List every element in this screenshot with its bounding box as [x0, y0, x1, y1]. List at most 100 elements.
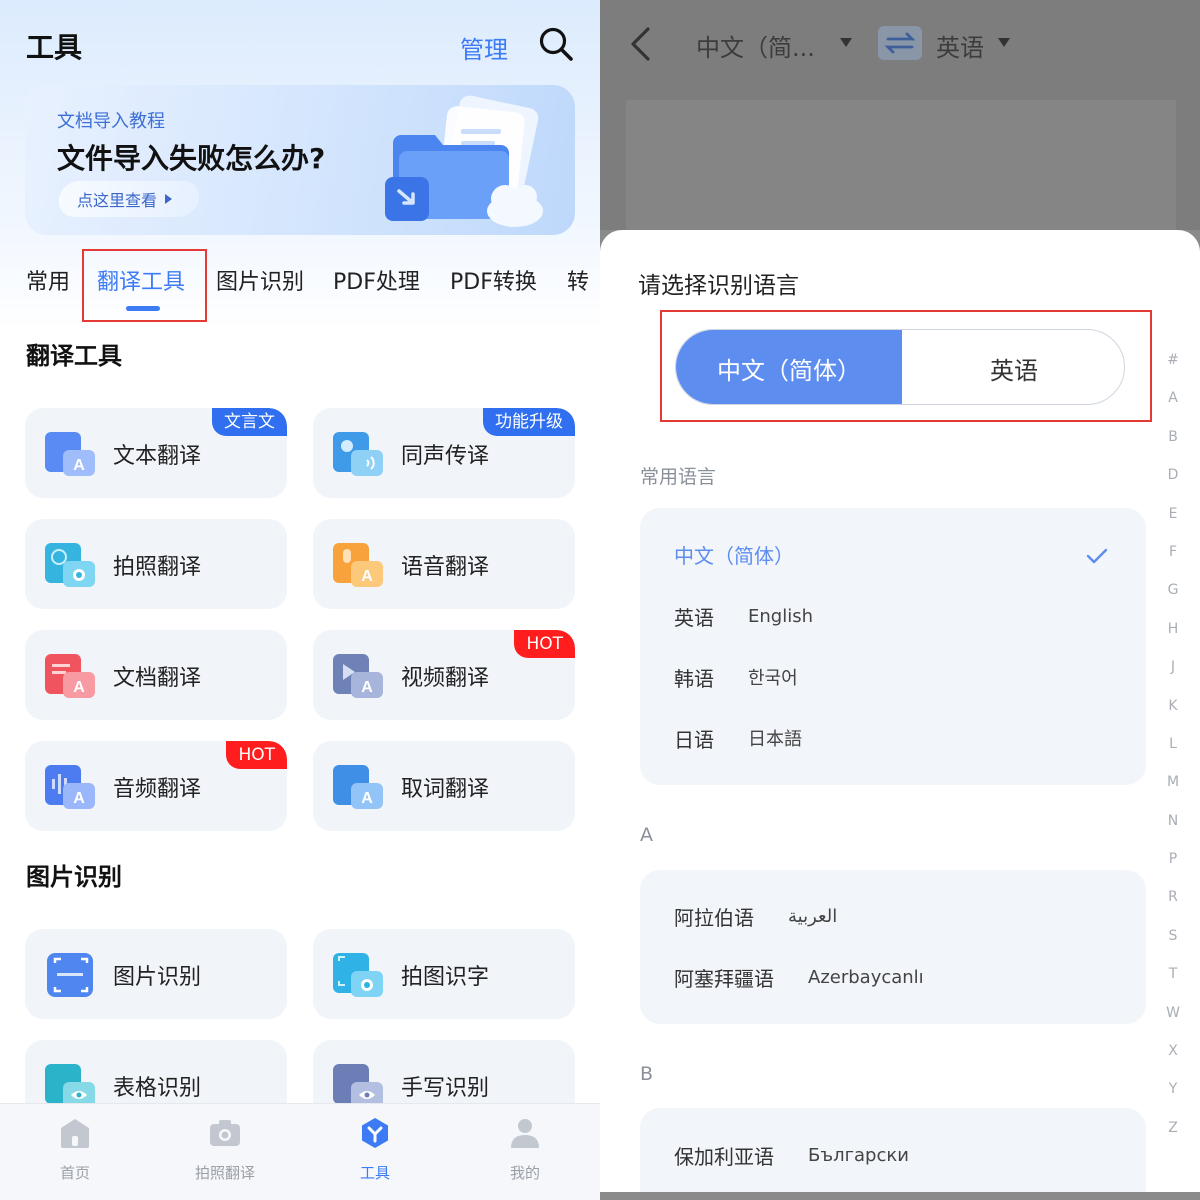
alphabet-index-letter[interactable]: N — [1162, 811, 1184, 849]
folder-cloud-illustration — [385, 95, 543, 227]
source-language-selector[interactable]: 中文（简... — [696, 28, 815, 63]
language-name: 阿拉伯语 — [674, 905, 754, 930]
alphabet-index-letter[interactable]: K — [1162, 696, 1184, 734]
alphabet-index-letter[interactable]: A — [1162, 388, 1184, 426]
group-letter-b: B — [640, 1063, 654, 1085]
alphabet-index-letter[interactable]: H — [1162, 619, 1184, 657]
highlight-box — [82, 249, 207, 322]
checkmark-icon — [1086, 548, 1108, 564]
chevron-down-icon — [998, 38, 1010, 47]
alphabet-index-letter[interactable]: R — [1162, 887, 1184, 925]
tab-common[interactable]: 常用 — [26, 264, 70, 296]
nav-label: 拍照翻译 — [194, 1164, 255, 1182]
card-label: 视频翻译 — [401, 666, 490, 691]
target-language-selector[interactable]: 英语 — [936, 28, 984, 63]
alphabet-index-letter[interactable]: B — [1162, 427, 1184, 465]
import-tutorial-banner[interactable]: 文档导入教程 文件导入失败怎么办? 点这里查看 — [25, 85, 575, 235]
alphabet-index-letter[interactable]: G — [1162, 580, 1184, 618]
text-translate-icon: A — [45, 432, 95, 476]
card-voice-translate[interactable]: A 语音翻译 — [313, 519, 575, 609]
alphabet-index-letter[interactable]: M — [1162, 772, 1184, 810]
alphabet-index-letter[interactable]: X — [1162, 1041, 1184, 1079]
card-label: 表格识别 — [113, 1076, 202, 1101]
camera-icon — [210, 1120, 240, 1146]
language-native-name: English — [748, 605, 813, 627]
card-image-recognition[interactable]: 图片识别 — [25, 929, 287, 1019]
nav-me[interactable]: 我的 — [475, 1116, 575, 1183]
card-simultaneous-interpretation[interactable]: 同声传译 功能升级 — [313, 408, 575, 498]
language-name: 英语 — [674, 605, 714, 630]
language-item[interactable]: 阿拉伯语 العربية — [674, 896, 837, 936]
alphabet-index-letter[interactable]: T — [1162, 964, 1184, 1002]
languages-group-b: 保加利亚语 Български — [640, 1108, 1146, 1192]
image-recognition-icon — [47, 953, 93, 997]
language-item[interactable]: 英语 English — [674, 596, 813, 636]
card-text-translate[interactable]: A 文本翻译 文言文 — [25, 408, 287, 498]
alphabet-index-letter[interactable]: Y — [1162, 1079, 1184, 1117]
language-native-name: Български — [808, 1144, 909, 1166]
card-label: 文档翻译 — [113, 666, 202, 691]
word-pick-translate-icon: A — [333, 765, 383, 809]
section-title-image: 图片识别 — [26, 863, 122, 891]
tab-pdf-processing[interactable]: PDF处理 — [333, 264, 420, 296]
nav-label: 工具 — [359, 1164, 390, 1182]
alphabet-index-letter[interactable]: D — [1162, 465, 1184, 503]
common-languages-group: 中文（简体） 英语 English 韩语 한국어 日语 日本語 — [640, 508, 1146, 785]
swap-languages-icon[interactable] — [878, 26, 922, 60]
language-item[interactable]: 中文（简体） — [674, 534, 794, 574]
tab-pdf-convert[interactable]: PDF转换 — [450, 264, 537, 296]
svg-text:A: A — [73, 790, 85, 807]
card-word-pick-translate[interactable]: A 取词翻译 — [313, 741, 575, 831]
language-item[interactable]: 阿塞拜疆语 Azerbaycanlı — [674, 957, 924, 997]
nav-tools[interactable]: 工具 — [325, 1116, 425, 1183]
alphabet-index-letter[interactable]: F — [1162, 542, 1184, 580]
svg-text:A: A — [361, 679, 373, 696]
language-item[interactable]: 日语 日本語 — [674, 718, 802, 758]
video-translate-icon: A — [333, 654, 383, 698]
document-translate-icon: A — [45, 654, 95, 698]
tab-more[interactable]: 转 — [567, 264, 589, 296]
card-photo-ocr[interactable]: 拍图识字 — [313, 929, 575, 1019]
language-native-name: 日本語 — [748, 729, 802, 750]
card-label: 文本翻译 — [113, 444, 202, 469]
language-item[interactable]: 韩语 한국어 — [674, 657, 798, 697]
banner-title: 文件导入失败怎么办? — [57, 142, 326, 175]
card-photo-translate[interactable]: 拍照翻译 — [25, 519, 287, 609]
card-label: 同声传译 — [401, 444, 490, 469]
alphabet-index-letter[interactable]: Z — [1162, 1118, 1184, 1156]
card-video-translate[interactable]: A 视频翻译 HOT — [313, 630, 575, 720]
home-icon — [61, 1119, 89, 1148]
alphabet-index-letter[interactable]: J — [1162, 657, 1184, 695]
language-item[interactable]: 保加利亚语 Български — [674, 1135, 909, 1175]
section-title-translate: 翻译工具 — [26, 342, 122, 370]
search-icon[interactable] — [538, 26, 574, 62]
nav-home[interactable]: 首页 — [25, 1116, 125, 1183]
language-native-name: 한국어 — [748, 668, 798, 689]
nav-photo-translate[interactable]: 拍照翻译 — [175, 1116, 275, 1183]
language-name: 阿塞拜疆语 — [674, 966, 774, 991]
card-document-translate[interactable]: A 文档翻译 — [25, 630, 287, 720]
back-arrow-icon[interactable] — [628, 26, 652, 62]
banner-view-button[interactable]: 点这里查看 — [56, 181, 202, 217]
user-icon — [511, 1119, 539, 1148]
card-audio-translate[interactable]: A 音频翻译 HOT — [25, 741, 287, 831]
photo-translate-icon — [45, 543, 95, 587]
alphabet-index-letter[interactable]: L — [1162, 734, 1184, 772]
alphabet-index-letter[interactable]: W — [1162, 1003, 1184, 1041]
alphabet-index: # A B D E F G H J K L M N P R S T W X Y Z — [1162, 350, 1184, 1156]
page-title: 工具 — [26, 31, 83, 64]
card-label: 手写识别 — [401, 1076, 490, 1101]
alphabet-index-letter[interactable]: S — [1162, 926, 1184, 964]
language-name: 中文（简体） — [674, 543, 794, 568]
tools-screen: 工具 管理 文档导入教程 文件导入失败怎么办? 点这里查看 常用 翻译工具 图片… — [0, 0, 600, 1200]
alphabet-index-letter[interactable]: P — [1162, 849, 1184, 887]
tools-icon — [362, 1118, 388, 1148]
tab-image-recognition[interactable]: 图片识别 — [216, 264, 304, 296]
nav-label: 我的 — [509, 1164, 540, 1182]
svg-text:A: A — [361, 790, 373, 807]
alphabet-index-letter[interactable]: # — [1162, 350, 1184, 388]
dimmed-translate-header: 中文（简... 英语 — [600, 0, 1200, 240]
svg-text:A: A — [73, 457, 85, 474]
manage-button[interactable]: 管理 — [460, 30, 508, 65]
alphabet-index-letter[interactable]: E — [1162, 504, 1184, 542]
